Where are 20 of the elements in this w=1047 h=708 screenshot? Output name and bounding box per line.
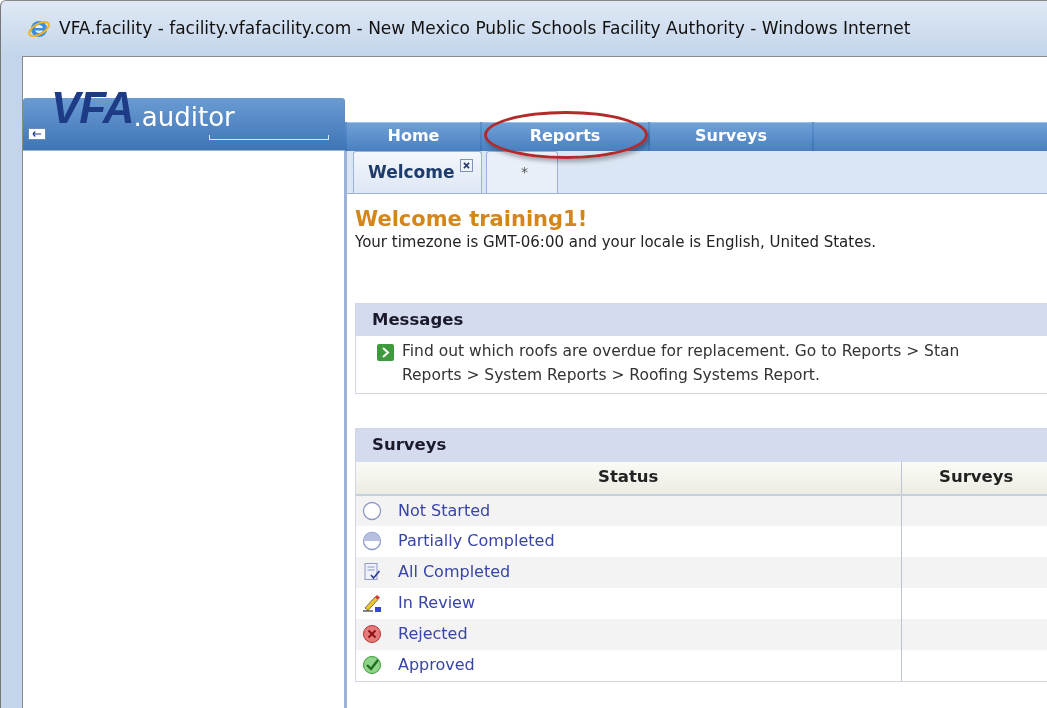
panel-header: Surveys xyxy=(356,428,1047,462)
status-link[interactable]: In Review xyxy=(398,591,476,616)
tab[interactable]: * xyxy=(485,151,558,193)
status-link[interactable]: Not Started xyxy=(398,498,491,523)
message-text: Find out which roofs are overdue for replacement. Go to Reports > Stan Reports > System Reports > Roofing Systems Report. xyxy=(402,341,960,386)
panel-header: Messages xyxy=(356,303,1047,337)
window-title: VFA.facility - facility.vfafacility.com - New Mexico Public Schools Facility Authority - Windows Internet xyxy=(59,16,911,40)
status-link[interactable]: All Completed xyxy=(398,560,511,585)
tab[interactable]: Welcome xyxy=(353,151,482,193)
status-link[interactable]: Rejected xyxy=(398,622,468,647)
logo: VFA xyxy=(51,86,134,130)
status-link[interactable]: Partially Completed xyxy=(398,529,555,554)
close-icon[interactable] xyxy=(459,159,473,172)
collapse-icon[interactable] xyxy=(28,128,46,140)
status-link[interactable]: Approved xyxy=(398,653,475,678)
column-header: Status xyxy=(356,461,901,495)
product-name: .auditor xyxy=(133,104,235,130)
welcome-heading: Welcome training1! xyxy=(355,208,589,232)
welcome-text: Your timezone is GMT-06:00 and your locale is English, United States. xyxy=(355,232,877,254)
column-header: Surveys xyxy=(901,461,1047,495)
